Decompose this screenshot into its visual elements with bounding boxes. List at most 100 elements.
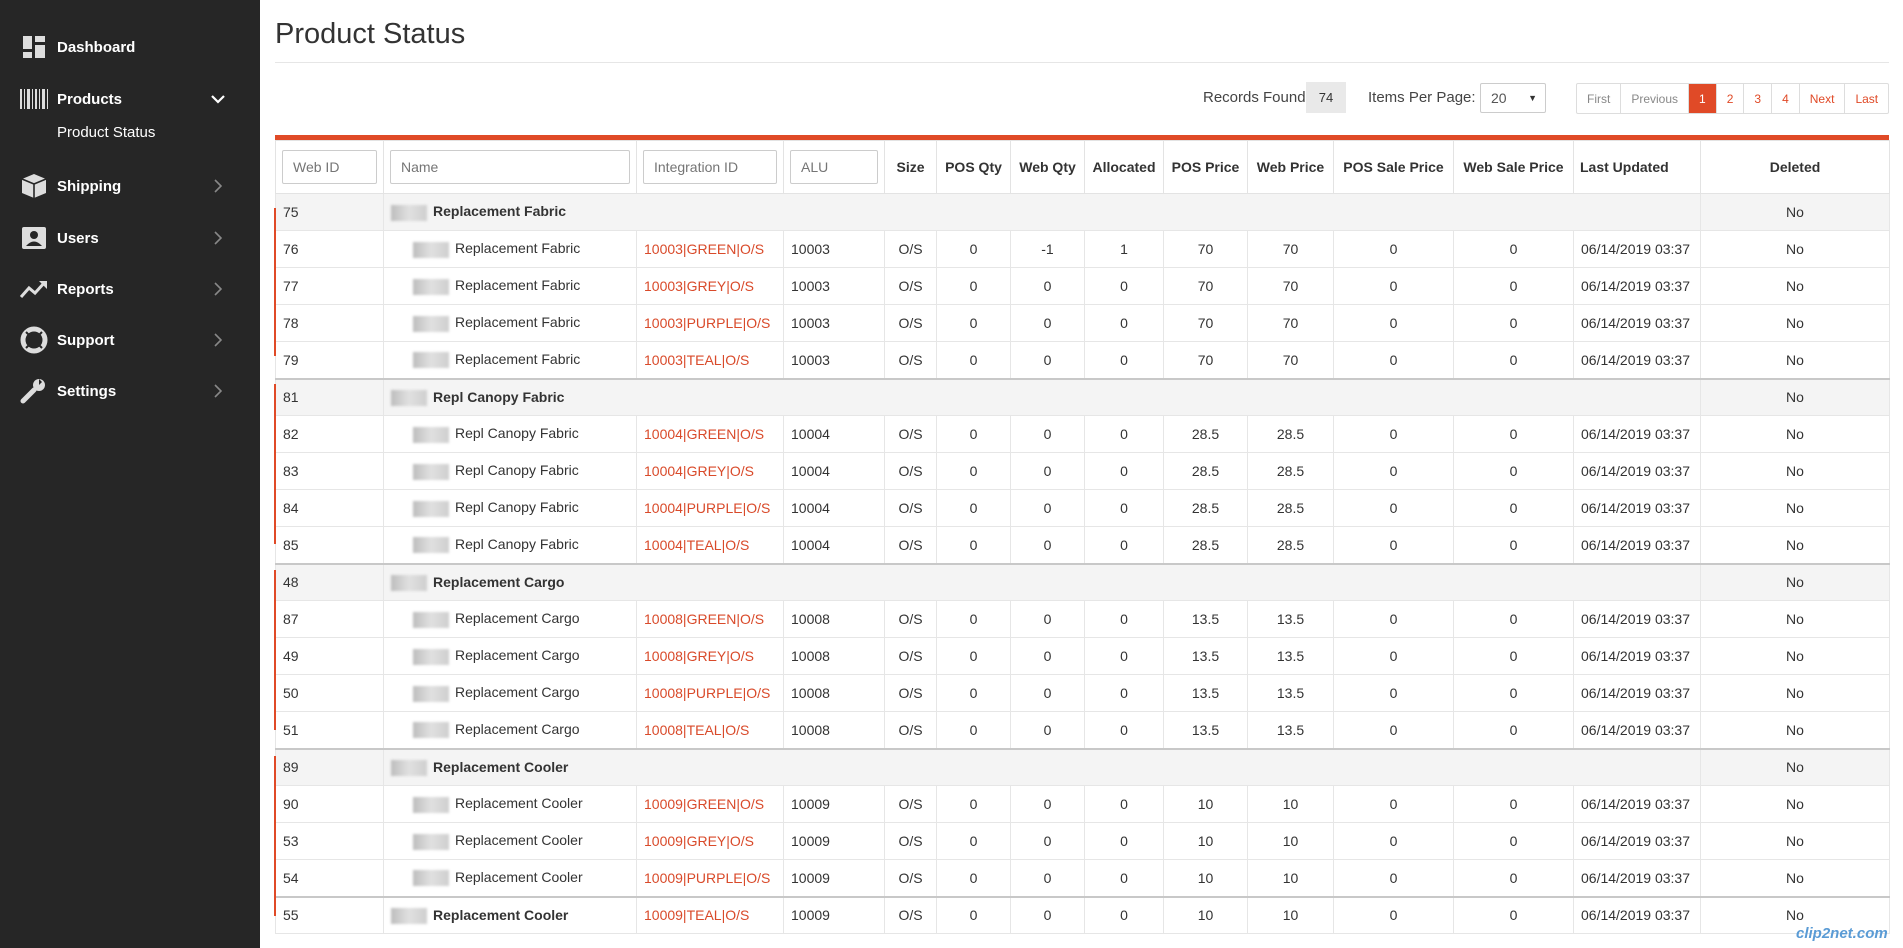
integration-id-cell[interactable]: 10003|TEAL|O/S [636, 341, 784, 379]
integration-id-cell[interactable]: 10009|TEAL|O/S [636, 895, 784, 934]
chevron-right-icon[interactable] [210, 332, 226, 348]
column-header-web-sale-price[interactable]: Web Sale Price [1453, 140, 1574, 194]
sidebar-item-users[interactable]: Users [0, 218, 260, 258]
pager-last[interactable]: Last [1844, 84, 1888, 113]
web-qty-cell: -1 [1010, 230, 1085, 268]
table-row[interactable]: 49 Replacement Cargo 10008|GREY|O/S 10008 O/… [275, 637, 1890, 675]
table-row[interactable]: 82 Repl Canopy Fabric 10004|GREEN|O/S 10004… [275, 415, 1890, 453]
allocated-cell: 0 [1084, 674, 1164, 712]
alu-filter-input[interactable] [790, 150, 878, 184]
chevron-right-icon[interactable] [210, 230, 226, 246]
allocated-cell: 0 [1084, 304, 1164, 342]
web-price-cell: 10 [1247, 785, 1334, 823]
column-header-pos-qty[interactable]: POS Qty [936, 140, 1011, 194]
table-row[interactable]: 81 Repl Canopy Fabric No [275, 377, 1890, 416]
table-row[interactable]: 87 Replacement Cargo 10008|GREEN|O/S 10008 O… [275, 600, 1890, 638]
pos-sale-price-cell: 0 [1333, 304, 1454, 342]
integration-id-cell[interactable]: 10004|PURPLE|O/S [636, 489, 784, 527]
integration-id-cell[interactable]: 10009|GREY|O/S [636, 822, 784, 860]
chevron-right-icon[interactable] [210, 178, 226, 194]
product-thumbnail [413, 796, 449, 813]
table-row[interactable]: 55 Replacement Cooler 10009|TEAL|O/S 10009 O… [275, 895, 1890, 934]
table-row[interactable]: 89 Replacement Cooler No [275, 747, 1890, 786]
integration-id-cell[interactable]: 10009|PURPLE|O/S [636, 859, 784, 897]
sidebar-subitem-product-status[interactable]: Product Status [57, 124, 155, 141]
table-row[interactable]: 51 Replacement Cargo 10008|TEAL|O/S 10008 O/… [275, 711, 1890, 749]
integration-id-cell[interactable]: 10009|GREEN|O/S [636, 785, 784, 823]
pager-next[interactable]: Next [1798, 84, 1845, 113]
integration-id-cell[interactable]: 10004|GREY|O/S [636, 452, 784, 490]
table-row[interactable]: 85 Repl Canopy Fabric 10004|TEAL|O/S 10004 O… [275, 526, 1890, 564]
table-row[interactable]: 83 Repl Canopy Fabric 10004|GREY|O/S 10004 O… [275, 452, 1890, 490]
web-sale-price-cell: 0 [1453, 452, 1574, 490]
integration-id-cell[interactable]: 10008|TEAL|O/S [636, 711, 784, 749]
allocated-cell: 0 [1084, 859, 1164, 897]
web-id-filter-input[interactable] [282, 150, 377, 184]
last-updated-cell: 06/14/2019 03:37 [1573, 341, 1701, 379]
table-row[interactable]: 48 Replacement Cargo No [275, 562, 1890, 601]
column-header-web-qty[interactable]: Web Qty [1010, 140, 1085, 194]
table-row[interactable]: 76 Replacement Fabric 10003|GREEN|O/S 10003… [275, 230, 1890, 268]
pos-qty-cell: 0 [936, 415, 1011, 453]
alu-cell: 10003 [783, 341, 885, 379]
sidebar-item-label: Support [57, 331, 115, 349]
sidebar-item-support[interactable]: Support [0, 320, 260, 360]
name-filter-input[interactable] [390, 150, 630, 184]
table-row[interactable]: 75 Replacement Fabric No [275, 193, 1890, 231]
sidebar-item-products[interactable]: Products [0, 79, 260, 119]
table-row[interactable]: 79 Replacement Fabric 10003|TEAL|O/S 10003 O… [275, 341, 1890, 379]
deleted-cell: No [1700, 267, 1890, 305]
pos-price-cell: 10 [1163, 785, 1248, 823]
product-thumbnail [413, 426, 449, 443]
integration-id-cell[interactable]: 10008|PURPLE|O/S [636, 674, 784, 712]
pos-sale-price-cell: 0 [1333, 452, 1454, 490]
chevron-right-icon[interactable] [210, 383, 226, 399]
table-row[interactable]: 78 Replacement Fabric 10003|PURPLE|O/S 1000… [275, 304, 1890, 342]
product-name: Replacement Cooler [433, 758, 569, 775]
items-per-page-select[interactable]: 20 ▼ [1480, 83, 1546, 113]
sidebar-item-settings[interactable]: Settings [0, 371, 260, 411]
pos-sale-price-cell: 0 [1333, 526, 1454, 564]
pager-page-3[interactable]: 3 [1743, 84, 1771, 113]
table-row[interactable]: 54 Replacement Cooler 10009|PURPLE|O/S 1000… [275, 859, 1890, 897]
web-id-cell: 55 [275, 895, 384, 934]
pos-sale-price-cell: 0 [1333, 600, 1454, 638]
chevron-right-icon[interactable] [210, 281, 226, 297]
alu-filter-cell [783, 140, 885, 194]
product-name-cell: Replacement Cooler [383, 859, 637, 897]
product-name-cell: Repl Canopy Fabric [383, 452, 637, 490]
integration-id-cell[interactable]: 10004|GREEN|O/S [636, 415, 784, 453]
integration-id-cell[interactable]: 10003|GREY|O/S [636, 267, 784, 305]
pager-page-2[interactable]: 2 [1715, 84, 1744, 113]
column-header-last-updated[interactable]: Last Updated [1573, 140, 1701, 194]
web-qty-cell: 0 [1010, 526, 1085, 564]
integration-id-cell[interactable]: 10003|GREEN|O/S [636, 230, 784, 268]
integration-id-cell[interactable]: 10008|GREY|O/S [636, 637, 784, 675]
table-row[interactable]: 53 Replacement Cooler 10009|GREY|O/S 10009 O… [275, 822, 1890, 860]
integration-id-filter-input[interactable] [643, 150, 777, 184]
column-header-pos-price[interactable]: POS Price [1163, 140, 1248, 194]
integration-id-cell[interactable]: 10003|PURPLE|O/S [636, 304, 784, 342]
table-row[interactable]: 84 Repl Canopy Fabric 10004|PURPLE|O/S 1000… [275, 489, 1890, 527]
table-row[interactable]: 90 Replacement Cooler 10009|GREEN|O/S 10009… [275, 785, 1890, 823]
integration-id-cell[interactable]: 10008|GREEN|O/S [636, 600, 784, 638]
column-header-web-price[interactable]: Web Price [1247, 140, 1334, 194]
integration-id-cell[interactable]: 10004|TEAL|O/S [636, 526, 784, 564]
last-updated-cell: 06/14/2019 03:37 [1573, 489, 1701, 527]
sidebar-item-reports[interactable]: Reports [0, 269, 260, 309]
pager-first[interactable]: First [1577, 84, 1620, 113]
sidebar-item-shipping[interactable]: Shipping [0, 166, 260, 206]
column-header-deleted[interactable]: Deleted [1700, 140, 1890, 194]
pager-page-4[interactable]: 4 [1771, 84, 1799, 113]
pager-page-1[interactable]: 1 [1688, 84, 1716, 113]
group-marker [274, 756, 276, 916]
column-header-allocated[interactable]: Allocated [1084, 140, 1164, 194]
table-row[interactable]: 77 Replacement Fabric 10003|GREY|O/S 10003 O… [275, 267, 1890, 305]
pager-previous[interactable]: Previous [1620, 84, 1688, 113]
table-row[interactable]: 50 Replacement Cargo 10008|PURPLE|O/S 10008… [275, 674, 1890, 712]
sidebar-item-dashboard[interactable]: Dashboard [0, 27, 260, 67]
column-header-size[interactable]: Size [884, 140, 937, 194]
column-header-pos-sale-price[interactable]: POS Sale Price [1333, 140, 1454, 194]
web-id-cell: 87 [275, 600, 384, 638]
chevron-down-icon[interactable] [210, 91, 226, 107]
